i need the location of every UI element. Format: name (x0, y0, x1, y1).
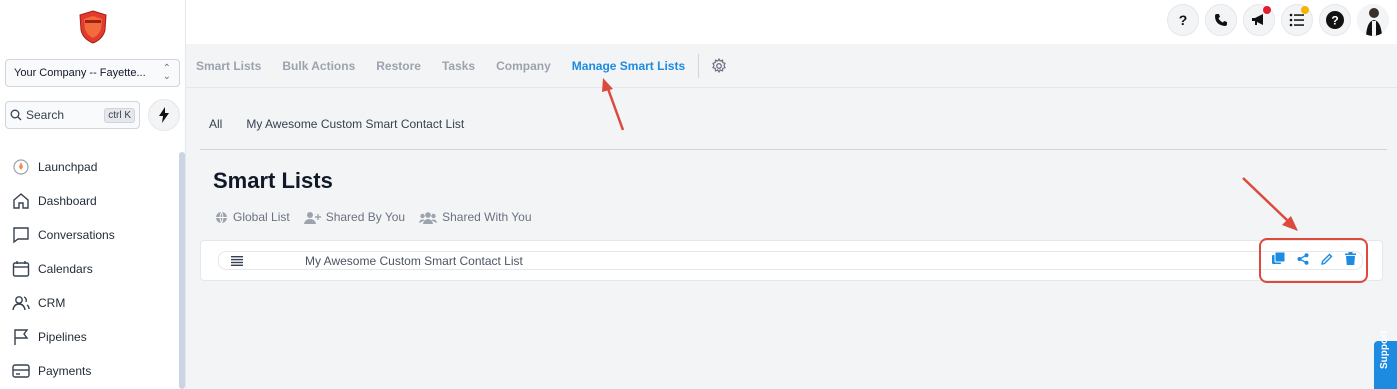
bolt-icon (159, 107, 169, 123)
tab-smart-lists[interactable]: Smart Lists (196, 59, 261, 73)
sidebar-item-payments[interactable]: Payments (0, 354, 176, 388)
announcements-button[interactable] (1243, 4, 1275, 36)
quick-actions-button[interactable] (148, 99, 180, 131)
tab-manage-smart-lists[interactable]: Manage Smart Lists (572, 59, 685, 73)
home-icon (13, 193, 29, 209)
support-button[interactable]: ? (1319, 4, 1351, 36)
users-icon (12, 296, 30, 311)
tab-divider (698, 53, 700, 78)
list-item[interactable]: My Awesome Custom Smart Contact List (218, 251, 1363, 270)
scope-shared-by-you[interactable]: Shared By You (303, 210, 406, 224)
sidebar: Your Company -- Fayette... ⌃ ⌄ Search ctr… (0, 0, 186, 389)
support-icon: ? (1326, 11, 1344, 29)
sidebar-item-conversations[interactable]: Conversations (0, 218, 176, 252)
drag-handle-icon[interactable] (231, 255, 243, 266)
credit-card-icon (12, 364, 30, 378)
sidebar-item-label: Calendars (38, 262, 93, 276)
user-photo (1357, 4, 1389, 36)
globe-icon (216, 211, 227, 224)
sidebar-item-label: Payments (38, 364, 92, 378)
phone-button[interactable] (1205, 4, 1237, 36)
annotation-arrow-actions (1242, 177, 1298, 231)
rocket-icon (13, 159, 29, 175)
action-icons-highlight-box (1259, 238, 1368, 283)
company-logo[interactable] (78, 10, 108, 44)
user-plus-icon (303, 211, 321, 224)
search-shortcut: ctrl K (104, 107, 135, 123)
sidebar-scrollbar[interactable] (179, 152, 185, 389)
users-group-icon (419, 211, 438, 224)
calendar-icon (12, 261, 30, 277)
support-tab[interactable]: Support (1374, 331, 1397, 389)
avatar[interactable] (1357, 4, 1389, 36)
page-title: Smart Lists (213, 168, 333, 193)
sidebar-item-label: Launchpad (38, 160, 98, 174)
smart-list-filter-bar: All My Awesome Custom Smart Contact List (200, 110, 1387, 150)
sidebar-item-label: CRM (38, 296, 66, 310)
filter-custom-list[interactable]: My Awesome Custom Smart Contact List (246, 117, 464, 131)
annotation-arrow-tab (602, 78, 625, 131)
smart-list-card: My Awesome Custom Smart Contact List (200, 240, 1383, 281)
sidebar-item-calendars[interactable]: Calendars (0, 252, 176, 286)
flag-icon (14, 329, 29, 345)
top-header: ? ? (186, 0, 1397, 44)
company-name: Your Company -- Fayette... (14, 67, 146, 79)
search-icon (10, 109, 22, 121)
gear-icon[interactable] (711, 57, 727, 74)
search-input[interactable]: Search ctrl K (5, 101, 140, 129)
scope-label: Global List (233, 210, 290, 224)
megaphone-icon (1252, 14, 1263, 25)
svg-text:?: ? (1331, 14, 1338, 28)
tab-company[interactable]: Company (496, 59, 551, 73)
company-selector[interactable]: Your Company -- Fayette... ⌃ ⌄ (5, 59, 180, 87)
sidebar-nav: Launchpad Dashboard Conversations Calend… (0, 150, 176, 388)
tasks-button[interactable] (1281, 4, 1313, 36)
tab-bar: Smart Lists Bulk Actions Restore Tasks C… (186, 44, 1397, 88)
filter-all[interactable]: All (209, 117, 222, 131)
scope-label: Shared By You (325, 210, 406, 224)
sidebar-item-label: Conversations (38, 228, 115, 242)
chevron-updown-icon: ⌃ ⌄ (162, 63, 171, 82)
scope-global-list[interactable]: Global List (215, 210, 290, 224)
search-label: Search (26, 108, 65, 122)
notification-dot (1263, 6, 1271, 14)
sidebar-item-dashboard[interactable]: Dashboard (0, 184, 176, 218)
help-icon: ? (1178, 12, 1188, 28)
scope-label: Shared With You (442, 210, 532, 224)
list-name: My Awesome Custom Smart Contact List (305, 253, 523, 268)
sidebar-item-launchpad[interactable]: Launchpad (0, 150, 176, 184)
sidebar-item-crm[interactable]: CRM (0, 286, 176, 320)
tab-bulk-actions[interactable]: Bulk Actions (282, 59, 355, 73)
phone-icon (1215, 14, 1227, 26)
tab-tasks[interactable]: Tasks (442, 59, 475, 73)
sidebar-item-pipelines[interactable]: Pipelines (0, 320, 176, 354)
chat-icon (13, 227, 29, 244)
scope-shared-with-you[interactable]: Shared With You (419, 210, 532, 224)
sidebar-item-label: Dashboard (38, 194, 97, 208)
tab-restore[interactable]: Restore (376, 59, 421, 73)
sidebar-item-label: Pipelines (38, 330, 87, 344)
help-button[interactable]: ? (1167, 4, 1199, 36)
list-scope-tabs: Global List Shared By You Shared With Yo… (215, 210, 546, 224)
tasks-icon (1289, 13, 1304, 27)
notification-dot (1301, 6, 1309, 14)
